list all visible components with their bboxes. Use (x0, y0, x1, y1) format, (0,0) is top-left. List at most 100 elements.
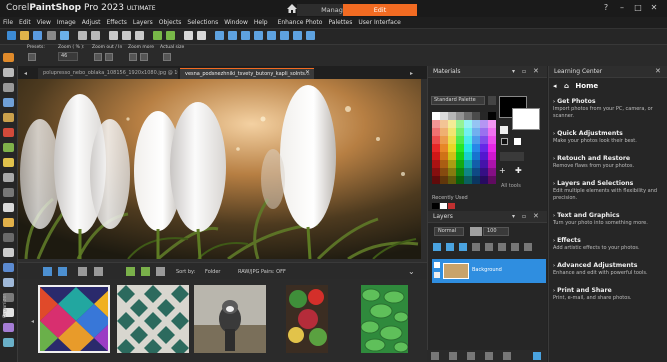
palette-swatch[interactable] (432, 136, 440, 144)
background-small-swatch[interactable] (514, 138, 521, 145)
palette-swatch[interactable] (456, 136, 464, 144)
clone-brush-icon[interactable] (3, 158, 14, 167)
palette-swatch[interactable] (464, 168, 472, 176)
thumbnail-3[interactable] (194, 285, 266, 353)
palette-swatch[interactable] (456, 128, 464, 136)
layers-close-icon[interactable]: ✕ (533, 212, 539, 220)
palette-swatch[interactable] (432, 160, 440, 168)
palette-swatch[interactable] (448, 136, 456, 144)
zoom-more-button-1[interactable] (129, 53, 137, 61)
layers-float-icon[interactable]: ▫ (522, 213, 526, 220)
palette-swatch[interactable] (440, 144, 448, 152)
lc-item-effects[interactable]: › Effects Add artistic effects to your ph… (553, 237, 663, 252)
grid-icon[interactable] (306, 31, 315, 40)
footer-icon-6[interactable] (533, 352, 541, 360)
tab-edit[interactable]: Edit (343, 4, 417, 16)
document-tab-2[interactable]: vesna_podsnezhniki_tsvety_butony_kapli_s… (180, 68, 314, 79)
adjust-icon[interactable] (228, 31, 237, 40)
palette-swatch[interactable] (448, 144, 456, 152)
presets-dropdown[interactable] (28, 53, 36, 61)
menu-objects[interactable]: Objects (159, 19, 182, 26)
lc-item-advanced-adjustments[interactable]: › Advanced Adjustments Enhance and edit w… (553, 262, 663, 277)
palette-swatch[interactable] (440, 176, 448, 184)
palette-swatch[interactable] (464, 128, 472, 136)
palette-swatch[interactable] (472, 168, 480, 176)
effects-icon[interactable] (280, 31, 289, 40)
all-tools-checkbox[interactable]: All tools (501, 183, 521, 189)
palette-swatch[interactable] (456, 120, 464, 128)
pick-tool-icon[interactable] (3, 68, 14, 77)
palette-swatch[interactable] (472, 152, 480, 160)
palette-swatch[interactable] (432, 152, 440, 160)
palette-swatch[interactable] (432, 128, 440, 136)
blend-mode-select[interactable]: Normal (434, 227, 464, 236)
maximize-icon[interactable]: □ (632, 3, 644, 13)
actual-size-button[interactable] (163, 53, 171, 61)
palette-swatch[interactable] (488, 128, 496, 136)
palette-swatch[interactable] (464, 112, 472, 120)
palette-swatch[interactable] (480, 136, 488, 144)
palette-swatch[interactable] (488, 168, 496, 176)
palette-swatch[interactable] (488, 112, 496, 120)
menu-edit[interactable]: Edit (19, 19, 31, 26)
palette-swatch[interactable] (456, 112, 464, 120)
selection-tool-icon[interactable] (3, 83, 14, 92)
palette-swatch[interactable] (432, 144, 440, 152)
print-icon[interactable] (47, 31, 56, 40)
menu-palettes[interactable]: Palettes (328, 19, 352, 26)
close-icon[interactable]: ✕ (648, 3, 660, 13)
footer-icon-4[interactable] (485, 352, 493, 360)
tag-icon[interactable] (78, 267, 87, 276)
palette-swatch[interactable] (440, 160, 448, 168)
palette-swatch[interactable] (448, 112, 456, 120)
minimize-icon[interactable]: – (616, 3, 628, 13)
palette-swatch[interactable] (448, 128, 456, 136)
palette-swatch[interactable] (488, 176, 496, 184)
palette-swatch[interactable] (472, 136, 480, 144)
palette-swatch[interactable] (448, 168, 456, 176)
palette-swatch[interactable] (464, 144, 472, 152)
sharpen-icon[interactable] (267, 31, 276, 40)
lc-item-text-graphics[interactable]: › Text and Graphics Turn your photo into … (553, 212, 663, 227)
tab-scroll-right-icon[interactable]: ▸ (410, 70, 413, 77)
opacity-input[interactable]: 100 (483, 227, 509, 236)
zoom-out-button[interactable] (94, 53, 102, 61)
footer-icon-1[interactable] (431, 352, 439, 360)
palette-swatch[interactable] (448, 120, 456, 128)
lc-item-quick-adjustments[interactable]: › Quick Adjustments Make your photos look… (553, 130, 663, 145)
palette-swatch[interactable] (480, 168, 488, 176)
open-folder-icon[interactable] (20, 31, 29, 40)
palette-swatch[interactable] (440, 128, 448, 136)
menu-layers[interactable]: Layers (133, 19, 153, 26)
palette-swatch[interactable] (432, 112, 440, 120)
paste-icon[interactable] (135, 31, 144, 40)
email-icon[interactable] (60, 31, 69, 40)
palette-swatch[interactable] (448, 160, 456, 168)
sort-by-dropdown[interactable]: Folder (205, 269, 220, 275)
materials-float-icon[interactable]: ▫ (522, 68, 526, 75)
palette-swatch[interactable] (472, 128, 480, 136)
menu-user-interface[interactable]: User Interface (358, 19, 400, 26)
palette-swatch[interactable] (488, 136, 496, 144)
learning-home-link[interactable]: ◂ ⌂ Home (553, 82, 598, 90)
dropper-tool-icon[interactable] (3, 98, 14, 107)
rotate-left-icon[interactable] (126, 267, 135, 276)
save-icon[interactable] (33, 31, 42, 40)
palette-swatch[interactable] (440, 136, 448, 144)
layer-properties-icon[interactable] (524, 243, 532, 251)
texture-toggle[interactable] (500, 152, 524, 161)
menu-help[interactable]: Help (254, 19, 268, 26)
palette-swatch[interactable] (488, 152, 496, 160)
palette-swatch[interactable] (456, 144, 464, 152)
footer-icon-3[interactable] (467, 352, 475, 360)
swap-colors-icon[interactable] (500, 126, 508, 134)
materials-close-icon[interactable]: ✕ (533, 67, 539, 75)
menu-window[interactable]: Window (224, 19, 248, 26)
view-mode-icon[interactable] (58, 267, 67, 276)
palette-swatch[interactable] (464, 160, 472, 168)
palette-swatch[interactable] (448, 176, 456, 184)
palette-swatch[interactable] (456, 168, 464, 176)
layers-icon[interactable] (293, 31, 302, 40)
palette-swatch[interactable] (480, 152, 488, 160)
eraser-tool-icon[interactable] (3, 203, 14, 212)
